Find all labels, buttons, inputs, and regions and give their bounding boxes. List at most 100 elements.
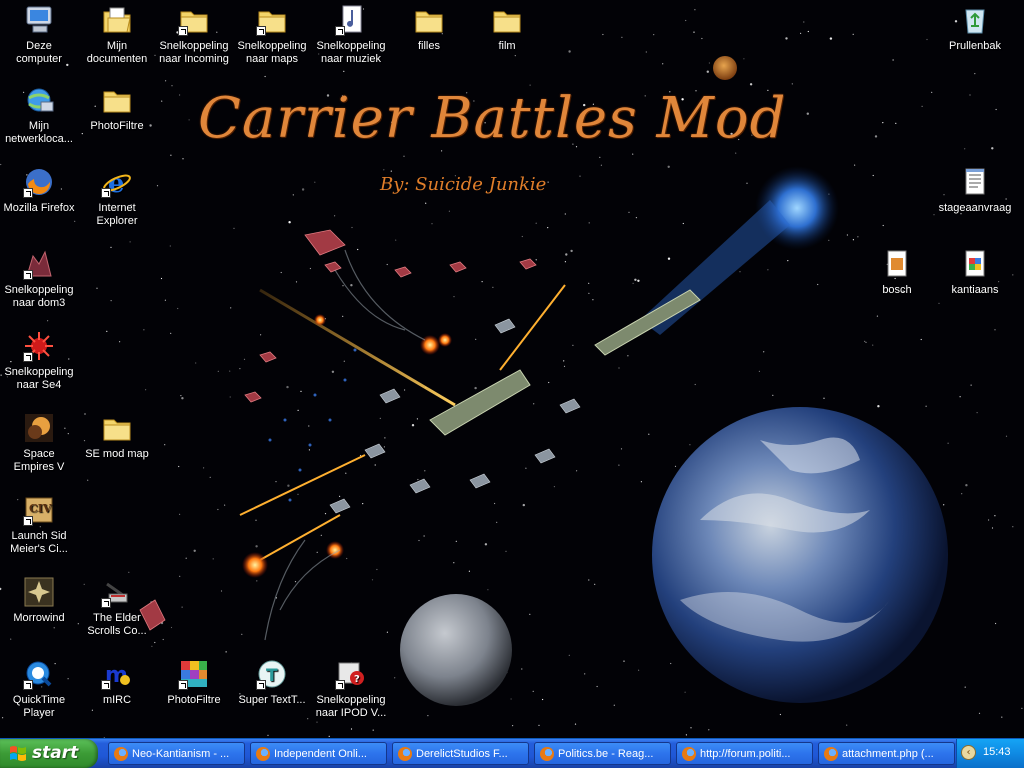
desktop-icon[interactable]: SE mod map xyxy=(78,412,156,461)
star xyxy=(600,164,603,166)
star xyxy=(119,341,121,343)
star xyxy=(1021,707,1023,710)
desktop-icon-label: stageaanvraag xyxy=(938,202,1012,214)
star xyxy=(431,223,433,225)
desktop-icon[interactable]: Snelkoppeling naar Incoming xyxy=(155,4,233,66)
star xyxy=(180,395,182,397)
desktop-icon[interactable]: Snelkoppeling naar muziek xyxy=(312,4,390,66)
word-document-icon xyxy=(959,248,991,280)
star xyxy=(297,409,299,411)
star xyxy=(416,418,418,420)
desktop-icon[interactable]: T Super TextT... xyxy=(233,658,311,707)
star xyxy=(865,341,867,343)
desktop-icon[interactable]: bosch xyxy=(858,248,936,297)
taskbar-button[interactable]: Independent Onli... xyxy=(250,742,387,765)
taskbar-button[interactable]: DerelictStudios F... xyxy=(392,742,529,765)
star xyxy=(640,481,643,483)
desktop-icon[interactable]: kantiaans xyxy=(936,248,1014,297)
star xyxy=(295,281,298,283)
taskbar-button[interactable]: attachment.php (... xyxy=(818,742,955,765)
taskbar-button-label: Independent Onli... xyxy=(274,748,367,760)
mirc-icon: m xyxy=(101,658,133,690)
desktop-icon[interactable]: Snelkoppeling naar Se4 xyxy=(0,330,78,392)
star xyxy=(852,239,855,241)
desktop-icon-label: Snelkoppeling naar maps xyxy=(237,40,307,65)
star xyxy=(275,481,277,483)
desktop-icon[interactable]: Prullenbak xyxy=(936,4,1014,53)
desktop-icon[interactable]: PhotoFiltre xyxy=(78,84,156,133)
star xyxy=(791,83,793,85)
desktop-icon-label: Mijn netwerkloca... xyxy=(5,120,73,145)
star xyxy=(645,51,647,53)
desktop-icon[interactable]: filles xyxy=(390,4,468,53)
star xyxy=(217,508,219,511)
star xyxy=(667,165,670,168)
star xyxy=(959,396,961,398)
taskbar-button[interactable]: Neo-Kantianism - ... xyxy=(108,742,245,765)
desktop-icon[interactable]: e Internet Explorer xyxy=(78,166,156,228)
desktop-icon-label: Mijn documenten xyxy=(86,40,148,65)
desktop-icon[interactable]: QuickTime Player xyxy=(0,658,78,720)
star xyxy=(339,495,341,497)
wallpaper-title: Carrier Battles Mod xyxy=(198,86,787,151)
star xyxy=(701,37,703,40)
firefox-icon xyxy=(114,747,128,761)
desktop-icon-label: QuickTime Player xyxy=(12,694,66,719)
desktop-icon[interactable]: Mozilla Firefox xyxy=(0,166,78,215)
taskbar-button[interactable]: Politics.be - Reag... xyxy=(534,742,671,765)
folder-icon xyxy=(101,84,133,116)
star xyxy=(129,241,131,243)
desktop-icon[interactable]: Snelkoppeling naar dom3 xyxy=(0,248,78,310)
folder-icon xyxy=(256,4,288,36)
star xyxy=(110,246,112,248)
star xyxy=(342,315,344,317)
star xyxy=(185,557,187,559)
start-button[interactable]: start xyxy=(0,739,98,768)
desktop-icon[interactable]: m mIRC xyxy=(78,658,156,707)
star xyxy=(386,631,388,633)
desktop-icon[interactable]: ? Snelkoppeling naar IPOD V... xyxy=(312,658,390,720)
star xyxy=(427,715,429,717)
desktop-icon[interactable]: The Elder Scrolls Co... xyxy=(78,576,156,638)
star xyxy=(800,32,802,35)
desktop-icon[interactable]: CIV Launch Sid Meier's Ci... xyxy=(0,494,78,556)
desktop-icon[interactable]: stageaanvraag xyxy=(936,166,1014,215)
star xyxy=(538,724,540,727)
star xyxy=(314,181,316,183)
shortcut-arrow-icon xyxy=(23,516,33,526)
folder-icon xyxy=(178,4,210,36)
star xyxy=(128,571,130,573)
star xyxy=(974,73,976,75)
start-label: start xyxy=(32,743,79,763)
star xyxy=(386,263,388,266)
desktop-icon[interactable]: Snelkoppeling naar maps xyxy=(233,4,311,66)
star xyxy=(690,727,692,729)
desktop-icon[interactable]: film xyxy=(468,4,546,53)
star xyxy=(487,589,489,591)
desktop-icon[interactable]: Deze computer xyxy=(0,4,78,66)
desktop-icon[interactable]: Morrowind xyxy=(0,576,78,625)
star xyxy=(209,476,211,478)
taskbar-button[interactable]: http://forum.politi... xyxy=(676,742,813,765)
shortcut-arrow-icon xyxy=(101,598,111,608)
desktop-icon[interactable]: Mijn documenten xyxy=(78,4,156,66)
my-documents-icon xyxy=(101,4,133,36)
star xyxy=(390,170,392,172)
desktop-icon-label: Snelkoppeling naar dom3 xyxy=(4,284,74,309)
star xyxy=(829,37,833,40)
star xyxy=(882,122,884,124)
desktop-icon-label: Internet Explorer xyxy=(96,202,138,227)
taskbar-button-label: Politics.be - Reag... xyxy=(558,748,654,760)
star xyxy=(542,698,544,701)
desktop-icon-label: Launch Sid Meier's Ci... xyxy=(10,530,68,555)
desktop-icon[interactable]: PhotoFiltre xyxy=(155,658,233,707)
star xyxy=(294,581,297,583)
star xyxy=(162,638,164,641)
desktop-icon[interactable]: Space Empires V xyxy=(0,412,78,474)
show-hidden-icons-button[interactable]: ‹ xyxy=(961,745,976,760)
star xyxy=(287,484,290,487)
star xyxy=(316,551,318,553)
desktop-icon[interactable]: Mijn netwerkloca... xyxy=(0,84,78,146)
star xyxy=(350,728,353,730)
star xyxy=(350,284,353,287)
